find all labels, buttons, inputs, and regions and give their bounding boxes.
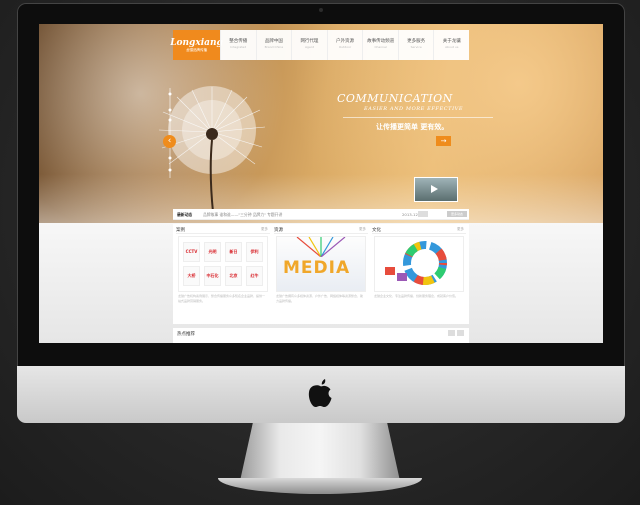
hero-arrow-button[interactable]: → <box>436 136 451 146</box>
nav-label: 网行代理 <box>300 39 319 44</box>
hot-prev-button[interactable] <box>448 330 455 336</box>
hero-headline: COMMUNICATION <box>337 92 453 105</box>
slider-prev-button[interactable]: ‹ <box>163 135 176 148</box>
client-logo: 光明 <box>204 242 221 262</box>
news-bar: 最新动态 品牌故事 谁和谁——"三分钟 品牌力" 专题开讲 2013-12-17… <box>173 209 469 220</box>
nav-label: 故事传动频道 <box>367 39 395 44</box>
column-title: 文化 <box>372 228 381 233</box>
puzzle-image[interactable] <box>374 236 464 292</box>
news-headline-link[interactable]: 品牌故事 谁和谁——"三分钟 品牌力" 专题开讲 <box>203 212 282 218</box>
hot-title: 热点推荐 <box>177 332 195 337</box>
hot-next-button[interactable] <box>457 330 464 336</box>
column-resources: 资源 更多 MEDIA 龙骧广告拥有众多媒体资源，户外广告、网络媒体等资源整合，… <box>274 227 368 303</box>
column-header: 资源 更多 <box>274 227 368 234</box>
hero-divider <box>343 117 493 118</box>
client-logos-image[interactable]: CCTV 光明 新日 伊利 大桥 中石化 北京 红牛 <box>178 236 268 292</box>
nav-item-channel[interactable]: 故事传动频道 Channel <box>362 30 398 60</box>
imac-stand-base <box>218 478 422 494</box>
nav-label: 关于龙骧 <box>442 39 461 44</box>
camera-dot <box>319 8 323 12</box>
hero-subline: EASIER AND MORE EFFECTIVE <box>364 106 464 112</box>
nav-item-brand-china[interactable]: 品牌中国 Brand China <box>255 30 292 60</box>
column-more-link[interactable]: 更多 <box>261 227 268 232</box>
client-logo: 大桥 <box>183 266 200 286</box>
hot-nav-arrows <box>448 330 466 336</box>
column-header: 案例 更多 <box>176 227 270 234</box>
hot-recommend-section: 热点推荐 <box>173 328 469 343</box>
nav-item-integrated[interactable]: 整合传播 Integrated <box>220 30 256 60</box>
nav-label: 户外资源 <box>336 39 355 44</box>
column-culture: 文化 更多 龙骧企业文化，专注品牌传播，创新服务理念，成就客户价值。 <box>372 227 466 298</box>
content-columns: 案例 更多 CCTV 光明 新日 伊利 大桥 中石化 北京 红牛 龙骧广告机构案… <box>173 224 469 324</box>
nav-label-en: About us <box>445 45 459 49</box>
logo-subtitle: 龙骧品牌传播 <box>186 47 207 52</box>
nav-item-outdoor[interactable]: 户外资源 Outdoor <box>326 30 363 60</box>
news-more-button[interactable]: 更多动态 <box>447 211 467 217</box>
client-logo: CCTV <box>183 242 200 262</box>
column-description: 龙骧广告机构案例展示，整合传播服务众多知名企业品牌，提供一站式品牌营销服务。 <box>178 294 266 303</box>
nav-label-en: Agent <box>305 45 314 49</box>
media-word: MEDIA <box>283 258 351 278</box>
column-title: 案例 <box>176 228 185 233</box>
logo-mark: Longxiang <box>170 37 223 48</box>
column-more-link[interactable]: 更多 <box>457 227 464 232</box>
main-nav: Longxiang 龙骧品牌传播 整合传播 Integrated 品牌中国 Bran… <box>170 30 469 60</box>
nav-label-en: Outdoor <box>338 45 352 49</box>
nav-items: 整合传播 Integrated 品牌中国 Brand China 网行代理 Agent… <box>220 30 469 60</box>
play-icon <box>431 185 438 193</box>
column-description: 龙骧广告拥有众多媒体资源，户外广告、网络媒体等资源整合，助力品牌传播。 <box>276 294 364 303</box>
nav-item-about[interactable]: 关于龙骧 About us <box>433 30 469 60</box>
media-image[interactable]: MEDIA <box>276 236 366 292</box>
video-thumbnail[interactable] <box>414 177 458 202</box>
news-nav-arrows[interactable] <box>418 211 428 217</box>
column-header: 文化 更多 <box>372 227 466 234</box>
client-logo-grid: CCTV 光明 新日 伊利 大桥 中石化 北京 红牛 <box>183 242 263 286</box>
client-logo: 北京 <box>225 266 242 286</box>
column-title: 资源 <box>274 228 283 233</box>
nav-label-en: Brand China <box>264 45 284 49</box>
nav-label-en: Service <box>410 45 422 49</box>
client-logo: 伊利 <box>246 242 263 262</box>
client-logo: 新日 <box>225 242 242 262</box>
site-logo[interactable]: Longxiang 龙骧品牌传播 <box>170 30 223 60</box>
imac-stand <box>240 423 400 481</box>
slider-dots[interactable] <box>166 88 174 178</box>
hero-cn-tagline: 让传播更简单 更有效。 <box>376 123 449 131</box>
nav-label: 品牌中国 <box>264 39 283 44</box>
nav-label-en: Integrated <box>230 45 247 49</box>
puzzle-ring-icon <box>385 241 447 285</box>
website-screen: ‹ Longxiang 龙骧品牌传播 整合传播 Integrated 品牌中国 Br… <box>39 24 603 343</box>
nav-label: 更多服务 <box>407 39 426 44</box>
media-color-rays <box>296 236 346 258</box>
client-logo: 红牛 <box>246 266 263 286</box>
column-cases: 案例 更多 CCTV 光明 新日 伊利 大桥 中石化 北京 红牛 龙骧广告机构案… <box>176 227 270 303</box>
column-description: 龙骧企业文化，专注品牌传播，创新服务理念，成就客户价值。 <box>374 294 459 298</box>
nav-item-service[interactable]: 更多服务 Service <box>397 30 434 60</box>
nav-item-agent[interactable]: 网行代理 Agent <box>291 30 327 60</box>
news-title: 最新动态 <box>177 212 193 217</box>
nav-label: 整合传播 <box>229 39 248 44</box>
client-logo: 中石化 <box>204 266 221 286</box>
column-more-link[interactable]: 更多 <box>359 227 366 232</box>
nav-label-en: Channel <box>374 45 387 49</box>
apple-icon <box>308 379 332 407</box>
